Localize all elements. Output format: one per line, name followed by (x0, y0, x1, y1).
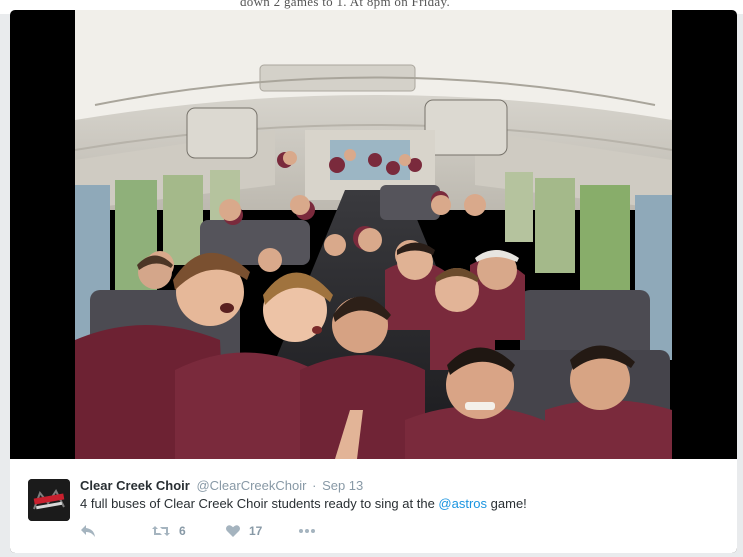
tweet-header: Clear Creek Choir @ClearCreekChoir · Sep… (80, 478, 363, 493)
tweet-media-card: Clear Creek Choir @ClearCreekChoir · Sep… (10, 10, 737, 553)
tweet-text-end: game! (490, 496, 527, 511)
tweet-actions: 6 17 (80, 522, 380, 540)
tweet-footer: Clear Creek Choir @ClearCreekChoir · Sep… (10, 459, 737, 553)
author-handle[interactable]: @ClearCreekChoir (196, 478, 306, 493)
retweet-button[interactable]: 6 (151, 522, 186, 540)
author-name[interactable]: Clear Creek Choir (80, 478, 190, 493)
more-icon (299, 529, 315, 533)
bus-photo-illustration (75, 10, 672, 459)
heart-icon (226, 525, 240, 537)
reply-icon (81, 525, 95, 537)
like-button[interactable]: 17 (225, 522, 262, 540)
tweet-date[interactable]: Sep 13 (322, 478, 363, 493)
retweet-icon (152, 526, 170, 536)
tweet-photo[interactable] (75, 10, 672, 459)
meta-separator: · (312, 478, 317, 493)
like-count: 17 (249, 524, 263, 538)
choir-logo-icon (28, 479, 70, 521)
astros-mention-link[interactable]: @astros (438, 496, 487, 511)
author-avatar[interactable] (28, 479, 70, 521)
tweet-text: 4 full buses of Clear Creek Choir studen… (80, 496, 527, 511)
retweet-count: 6 (179, 524, 186, 538)
background-text: down 2 games to 1. At 8pm on Friday. (240, 0, 451, 9)
reply-button[interactable] (80, 522, 96, 540)
tweet-text-body: 4 full buses of Clear Creek Choir studen… (80, 496, 435, 511)
more-button[interactable] (298, 522, 316, 540)
